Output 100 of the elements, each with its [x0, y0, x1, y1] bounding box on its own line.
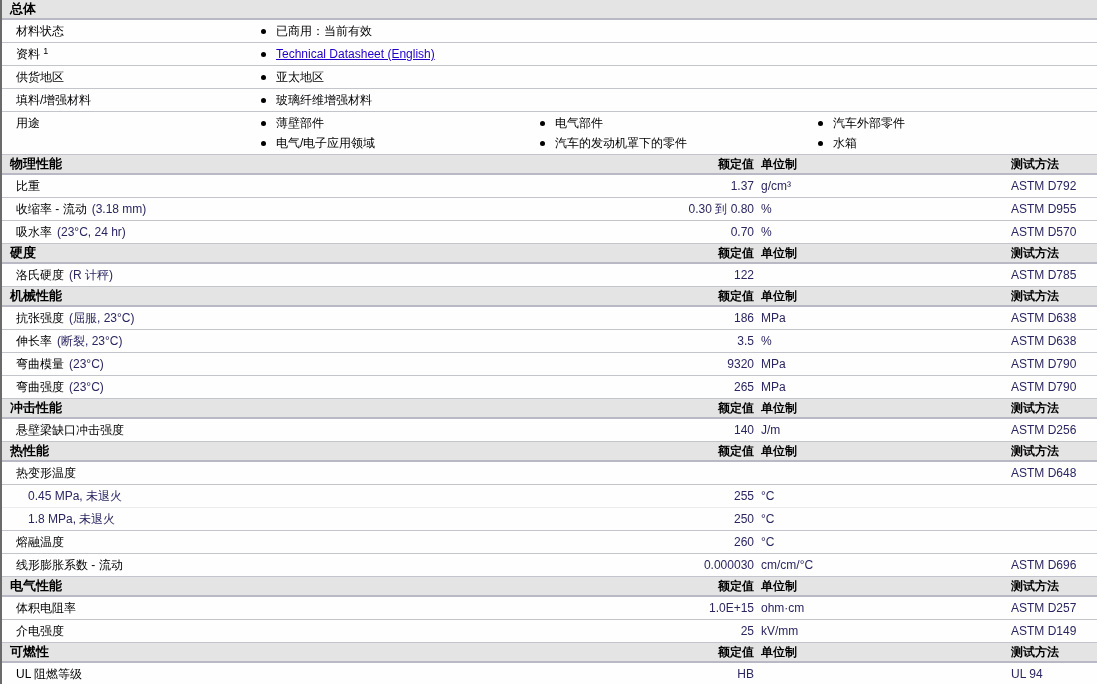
column-heading: 单位制	[761, 246, 797, 260]
value-text: 9320	[727, 357, 754, 371]
value-text: 265	[733, 380, 754, 394]
column-heading: 测试方法	[1011, 289, 1059, 303]
test-method: ASTM D570	[1011, 225, 1077, 239]
test-method: ASTM D257	[1011, 601, 1077, 615]
value-text: 260	[733, 535, 754, 549]
test-method: ASTM D790	[1011, 380, 1077, 394]
column-heading: 测试方法	[1011, 645, 1059, 659]
property-label: 供货地区	[16, 70, 64, 84]
value-text: 3.5	[737, 334, 754, 348]
item-text: 电气/电子应用领域	[276, 135, 376, 152]
item-text: 汽车的发动机罩下的零件	[554, 135, 687, 152]
bullet-icon	[539, 120, 545, 126]
test-method: ASTM D638	[1011, 334, 1077, 348]
item-text: 水箱	[833, 135, 858, 152]
item-text: 玻璃纤维增强材料	[276, 92, 372, 109]
section-title: 可燃性	[10, 644, 49, 660]
value-text: 0.70	[730, 225, 754, 239]
test-method: ASTM D785	[1011, 268, 1077, 282]
value-text: 1.0E+15	[708, 601, 754, 615]
property-label: 用途	[16, 116, 40, 130]
column-heading: 测试方法	[1011, 157, 1059, 171]
test-method: ASTM D696	[1011, 558, 1077, 572]
property-label: 熔融温度	[16, 535, 64, 549]
bullet-icon	[818, 120, 824, 126]
property-label: 1.8 MPa, 未退火	[28, 512, 116, 526]
bullet-icon	[261, 28, 266, 34]
property-label: 介电强度	[16, 624, 64, 638]
item-text: 亚太地区	[276, 69, 324, 86]
property-label: 伸长率	[16, 334, 52, 348]
column-heading: 额定值	[718, 645, 754, 659]
item-text: 已商用：当前有效	[276, 23, 372, 40]
section-title: 热性能	[10, 443, 49, 459]
property-label: 弯曲模量	[16, 357, 64, 371]
item-text: 汽车外部零件	[833, 115, 906, 132]
section-title: 硬度	[10, 245, 36, 261]
test-condition: (23°C)	[69, 380, 104, 394]
unit-text: J/m	[761, 423, 781, 437]
value-text: 0.30 到 0.80	[688, 202, 754, 216]
value-text: 1.37	[730, 179, 754, 193]
section-title: 冲击性能	[10, 400, 62, 416]
section-title: 机械性能	[10, 288, 62, 304]
column-heading: 额定值	[718, 579, 754, 593]
column-heading: 单位制	[761, 645, 797, 659]
test-condition: (屈服, 23°C)	[69, 311, 135, 325]
value-text: 140	[733, 423, 754, 437]
column-heading: 单位制	[761, 289, 797, 303]
column-heading: 额定值	[718, 246, 754, 260]
unit-text: g/cm³	[761, 179, 791, 193]
datasheet-link[interactable]: Technical Datasheet (English)	[276, 45, 435, 63]
value-text: 250	[733, 512, 754, 526]
property-label: 悬壁梁缺口冲击强度	[16, 423, 124, 437]
test-method: ASTM D792	[1011, 179, 1077, 193]
unit-text: MPa	[761, 311, 786, 325]
property-label: 弯曲强度	[16, 380, 64, 394]
unit-text: °C	[761, 535, 775, 549]
column-heading: 测试方法	[1011, 246, 1059, 260]
property-label: UL 阻燃等级	[16, 667, 83, 681]
column-heading: 额定值	[718, 401, 754, 415]
property-label: 线形膨胀系数 - 流动	[16, 558, 123, 572]
property-label: 抗张强度	[16, 311, 64, 325]
section-title: 电气性能	[10, 578, 62, 594]
section-title: 物理性能	[10, 156, 62, 172]
property-label: 资料 $^{1}$	[16, 47, 49, 61]
section-title: 总体	[10, 1, 36, 17]
test-method: ASTM D648	[1011, 466, 1077, 480]
test-condition: (23°C, 24 hr)	[57, 225, 126, 239]
column-heading: 单位制	[761, 579, 797, 593]
unit-text: °C	[761, 489, 775, 503]
value-text: 25	[740, 624, 754, 638]
test-condition: (3.18 mm)	[91, 202, 147, 216]
property-label: 0.45 MPa, 未退火	[28, 489, 123, 503]
property-label: 材料状态	[16, 24, 64, 38]
property-label: 吸水率	[16, 225, 52, 239]
value-text: 186	[733, 311, 754, 325]
unit-text: %	[761, 225, 772, 239]
test-method: ASTM D638	[1011, 311, 1077, 325]
property-label: 收缩率 - 流动	[16, 202, 87, 216]
column-heading: 单位制	[761, 401, 797, 415]
unit-text: %	[761, 202, 772, 216]
unit-text: MPa	[761, 357, 786, 371]
unit-text: MPa	[761, 380, 786, 394]
column-heading: 测试方法	[1011, 444, 1059, 458]
test-condition: (R 计秤)	[69, 268, 113, 282]
column-heading: 额定值	[718, 289, 754, 303]
bullet-icon	[261, 74, 266, 80]
value-text: 0.000030	[703, 558, 754, 572]
bullet-icon	[261, 97, 266, 103]
unit-text: °C	[761, 512, 775, 526]
bullet-icon	[261, 140, 266, 146]
test-condition: (断裂, 23°C)	[57, 334, 123, 348]
column-heading: 测试方法	[1011, 401, 1059, 415]
test-method: UL 94	[1011, 667, 1043, 681]
test-method: ASTM D256	[1011, 423, 1077, 437]
bullet-icon	[261, 120, 266, 126]
bullet-icon	[539, 140, 545, 146]
bullet-icon	[818, 140, 824, 146]
property-label: 填料/增强材料	[16, 93, 92, 107]
column-heading: 额定值	[718, 157, 754, 171]
